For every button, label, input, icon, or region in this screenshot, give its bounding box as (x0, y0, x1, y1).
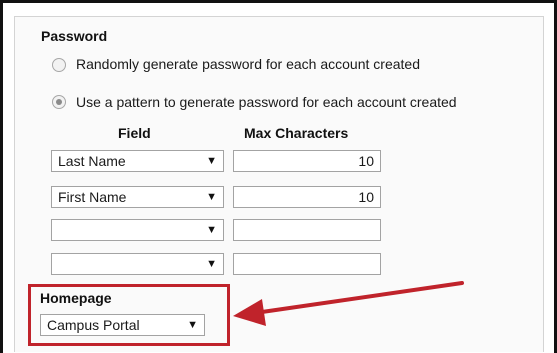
red-arrow-icon (233, 281, 464, 326)
